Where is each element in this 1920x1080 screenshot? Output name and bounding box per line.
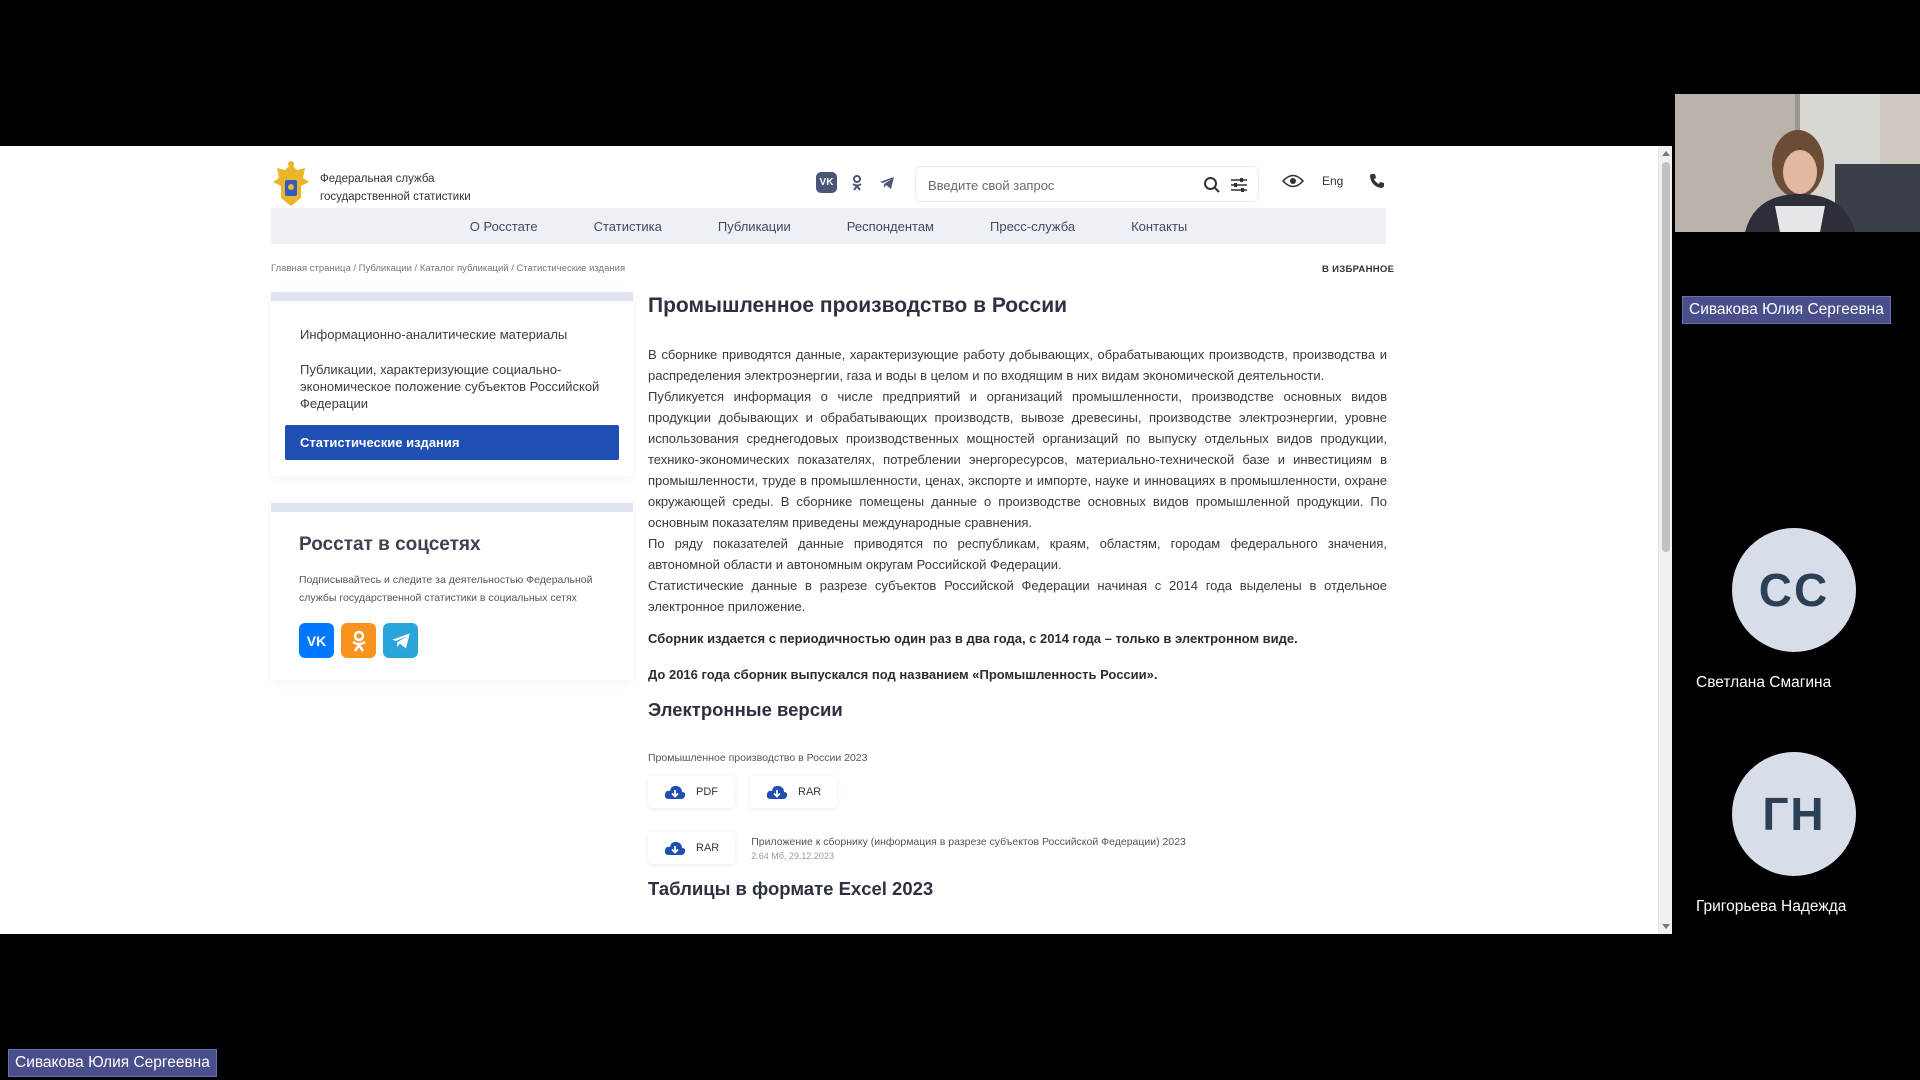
eye-icon[interactable]: [1282, 174, 1304, 188]
pdf-label: PDF: [696, 786, 718, 798]
description-paragraph-2: Публикуется информация о числе предприят…: [648, 389, 1387, 530]
language-switch[interactable]: Eng: [1322, 174, 1343, 188]
vk-label: VK: [306, 632, 327, 649]
webcam-image: [1675, 94, 1920, 232]
page-title: Промышленное производство в России: [648, 294, 1068, 317]
scroll-up-arrow-icon[interactable]: [1662, 151, 1670, 156]
scroll-down-arrow-icon[interactable]: [1662, 924, 1670, 929]
video-call-window: Федеральная служба государственной стати…: [0, 0, 1920, 1080]
social-card-title: Росстат в соцсетях: [299, 534, 481, 555]
speaker-name-badge: Сивакова Юлия Сергеевна: [8, 1049, 217, 1077]
file-name: Промышленное производство в России 2023: [648, 752, 868, 764]
telegram-icon[interactable]: [383, 623, 418, 658]
social-networks-card: Росстат в соцсетях Подписывайтесь и след…: [271, 503, 633, 680]
nav-item-statistics[interactable]: Статистика: [594, 219, 662, 234]
description-paragraph-1: В сборнике приводятся данные, характериз…: [648, 347, 1387, 383]
presenter-name-badge: Сивакова Юлия Сергеевна: [1682, 296, 1891, 324]
sidebar-item-regional-publications[interactable]: Публикации, характеризующие социально-эк…: [285, 352, 619, 421]
logo-line-2: государственной статистики: [320, 191, 471, 203]
cloud-download-icon: [664, 841, 686, 855]
ok-icon[interactable]: [847, 173, 867, 193]
attachment-size-date: 2.64 Мб, 29.12.2023: [751, 850, 834, 861]
main-content: Промышленное производство в России В сбо…: [648, 294, 1387, 900]
search-box: [915, 166, 1259, 202]
attachment-rar-label: RAR: [696, 842, 720, 854]
social-card-icons: VK: [299, 623, 605, 658]
presenter-webcam-video: [1675, 94, 1920, 232]
attachment-row: RAR Приложение к сборнику (информация в …: [648, 832, 1387, 864]
filter-settings-icon[interactable]: [1230, 176, 1248, 194]
header-social-links: VK: [816, 172, 897, 193]
download-attachment-rar-button[interactable]: RAR: [648, 832, 736, 864]
add-to-favorites-link[interactable]: В ИЗБРАННОЕ: [1322, 264, 1394, 275]
attachment-info: Приложение к сборнику (информация в разр…: [751, 836, 1186, 861]
sidebar: Информационно-аналитические материалы Пу…: [271, 292, 633, 680]
download-pdf-button[interactable]: PDF: [648, 776, 734, 808]
cloud-download-icon: [766, 785, 788, 799]
excel-tables-heading: Таблицы в формате Excel 2023: [648, 878, 934, 899]
social-card-text: Подписывайтесь и следите за деятельность…: [299, 574, 593, 604]
search-icon[interactable]: [1203, 176, 1221, 194]
page-scrollbar[interactable]: [1658, 146, 1672, 934]
cloud-download-icon: [664, 785, 686, 799]
nav-item-respondents[interactable]: Респондентам: [847, 219, 934, 234]
periodicity-note: Сборник издается с периодичностью один р…: [648, 631, 1298, 646]
vk-icon[interactable]: VK: [299, 623, 334, 658]
participant-avatar-1[interactable]: СС: [1732, 528, 1856, 652]
participant-name-1: Светлана Смагина: [1696, 674, 1832, 691]
participant-name-2: Григорьева Надежда: [1696, 898, 1847, 915]
telegram-icon[interactable]: [877, 173, 897, 193]
nav-item-publications[interactable]: Публикации: [718, 219, 791, 234]
sidebar-item-analytics[interactable]: Информационно-аналитические материалы: [285, 317, 619, 352]
electronic-versions-heading: Электронные версии: [648, 699, 843, 720]
nav-item-press[interactable]: Пресс-служба: [990, 219, 1075, 234]
nav-item-about[interactable]: О Росстате: [470, 219, 538, 234]
site-header: Федеральная служба государственной стати…: [271, 156, 1386, 206]
header-tools: Eng: [1282, 173, 1385, 189]
attachment-title: Приложение к сборнику (информация в разр…: [751, 835, 1186, 848]
logo-text[interactable]: Федеральная служба государственной стати…: [320, 170, 471, 206]
download-rar-button[interactable]: RAR: [750, 776, 838, 808]
breadcrumb[interactable]: Главная страница / Публикации / Каталог …: [271, 263, 625, 274]
ok-icon[interactable]: [341, 623, 376, 658]
description-paragraph-3: По ряду показателей данные приводятся по…: [648, 536, 1387, 572]
sidebar-menu: Информационно-аналитические материалы Пу…: [271, 301, 633, 476]
search-input[interactable]: [928, 175, 1188, 195]
participant-avatar-2[interactable]: ГН: [1732, 752, 1856, 876]
shared-screen: Федеральная служба государственной стати…: [0, 146, 1672, 934]
main-navigation: О Росстате Статистика Публикации Респонд…: [271, 208, 1386, 244]
phone-icon[interactable]: [1369, 173, 1385, 189]
vk-icon[interactable]: VK: [816, 172, 837, 193]
sidebar-menu-card: Информационно-аналитические материалы Пу…: [271, 292, 633, 476]
scrollbar-thumb[interactable]: [1662, 162, 1670, 552]
logo-line-1: Федеральная служба: [320, 173, 435, 185]
download-buttons: PDF RAR: [648, 776, 1387, 808]
sidebar-item-statistical-editions[interactable]: Статистические издания: [285, 425, 619, 460]
coat-of-arms-logo[interactable]: [271, 160, 311, 208]
nav-item-contacts[interactable]: Контакты: [1131, 219, 1187, 234]
description-paragraph-4: Статистические данные в разрезе субъекто…: [648, 578, 1387, 614]
former-title-note: До 2016 года сборник выпускался под назв…: [648, 667, 1158, 682]
rar-label: RAR: [798, 786, 822, 798]
